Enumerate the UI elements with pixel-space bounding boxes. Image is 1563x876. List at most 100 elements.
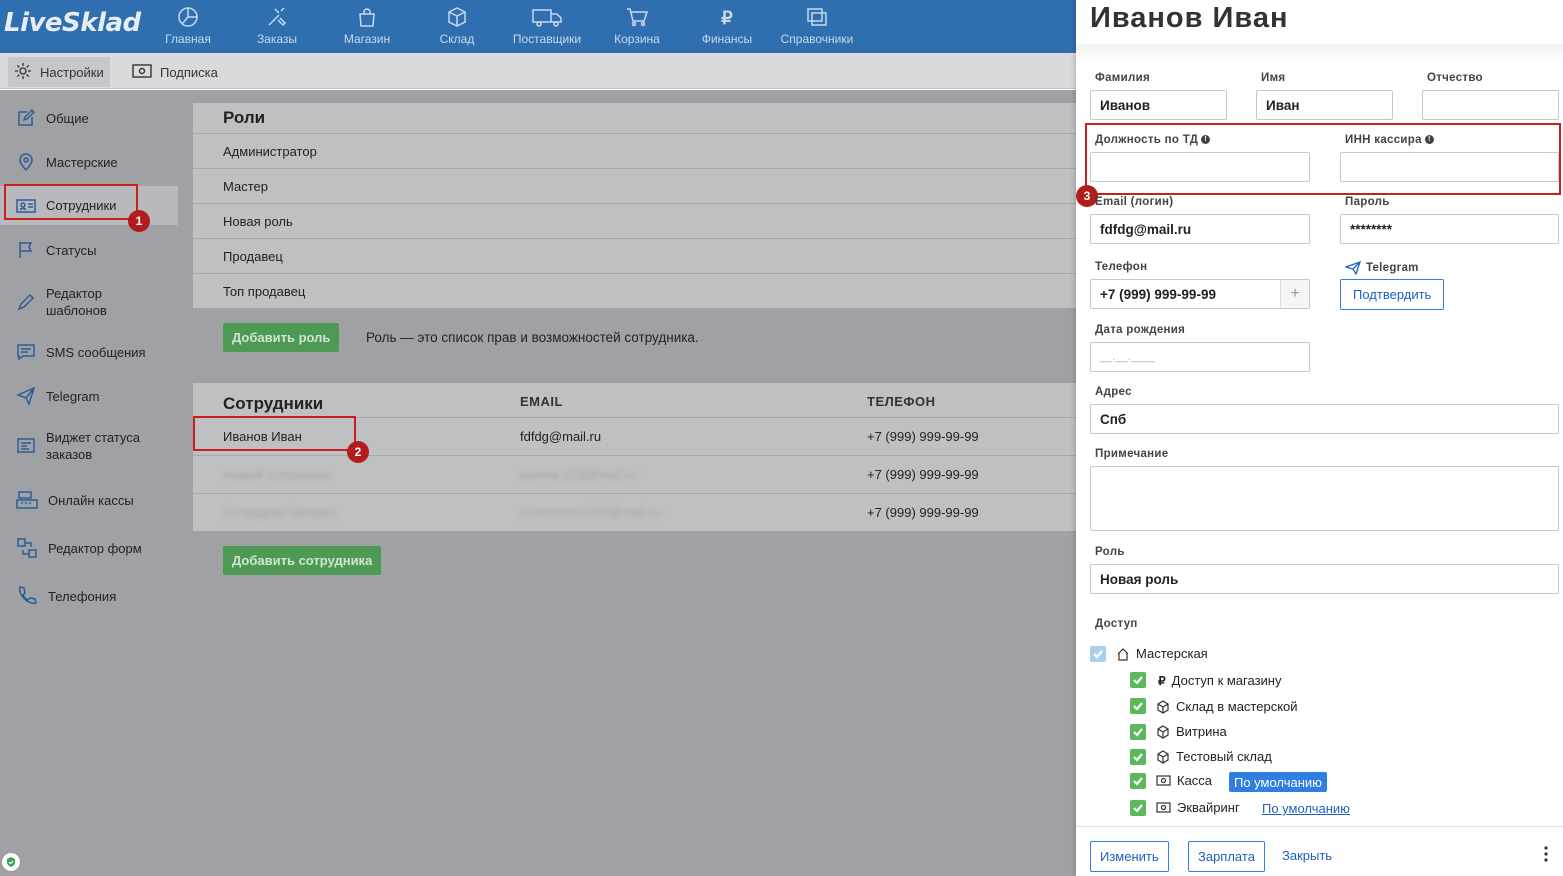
access-item-acquiring: Эквайринг	[1156, 800, 1240, 815]
access-workshop: Мастерская	[1116, 646, 1208, 661]
confirm-telegram-button[interactable]: Подтвердить	[1340, 279, 1445, 310]
sidebar-item-label: Редактор шаблонов	[46, 286, 107, 318]
settings-subbar: Настройки Подписка	[0, 53, 1076, 89]
sidebar-item-label: Статусы	[46, 242, 97, 258]
info-icon[interactable]: !	[1424, 135, 1434, 145]
message-icon	[17, 344, 35, 361]
ruble-icon: ₽	[1158, 673, 1166, 688]
box-icon	[417, 6, 497, 30]
pen-icon	[17, 293, 35, 311]
access-item-workshop-warehouse: Склад в мастерской	[1156, 699, 1298, 714]
column-header-email: EMAIL	[520, 394, 563, 409]
phone-field[interactable]: +7 (999) 999-99-99 +	[1090, 279, 1310, 309]
nav-home[interactable]: Главная	[148, 6, 228, 46]
edit-button[interactable]: Изменить	[1090, 841, 1169, 872]
table-row[interactable]: Иванов Иван fdfdg@mail.ru +7 (999) 999-9…	[193, 417, 1076, 455]
settings-sidebar: Общие Мастерские Сотрудники Статусы Реда…	[0, 90, 180, 876]
nav-label: Склад	[439, 32, 475, 46]
default-cashbox-badge[interactable]: По умолчанию	[1229, 772, 1327, 792]
access-checkbox[interactable]	[1130, 773, 1146, 789]
sidebar-item-general[interactable]: Общие	[0, 106, 178, 130]
nav-warehouse[interactable]: Склад	[417, 6, 497, 46]
sidebar-item-label: Онлайн кассы	[48, 492, 134, 508]
default-acquiring-link[interactable]: По умолчанию	[1262, 801, 1350, 816]
role-select[interactable]: Новая роль	[1090, 564, 1559, 594]
banknote-icon	[1156, 802, 1171, 813]
pie-chart-icon	[148, 6, 228, 30]
box-icon	[1157, 699, 1169, 714]
middle-name-field[interactable]	[1422, 90, 1559, 120]
close-button[interactable]: Закрыть	[1282, 848, 1332, 863]
sidebar-item-statuses[interactable]: Статусы	[0, 238, 178, 262]
inn-field[interactable]	[1340, 152, 1559, 182]
address-field[interactable]: Спб	[1090, 404, 1559, 434]
note-label: Примечание	[1095, 448, 1169, 460]
banknote-icon	[132, 63, 152, 81]
cart-icon	[597, 6, 677, 30]
sidebar-item-label: Редактор форм	[48, 540, 142, 556]
nav-finance[interactable]: ₽ Финансы	[687, 6, 767, 46]
nav-orders[interactable]: Заказы	[237, 6, 317, 46]
gear-icon	[14, 62, 32, 83]
table-row[interactable]: Сотрудник Михаил yurimovna1330@mail.ru +…	[193, 493, 1076, 531]
sidebar-item-form-editor[interactable]: Редактор форм	[0, 536, 178, 560]
nav-suppliers[interactable]: Поставщики	[507, 6, 587, 46]
nav-cart[interactable]: Корзина	[597, 6, 677, 46]
phone-icon	[19, 586, 37, 604]
position-field[interactable]	[1090, 152, 1310, 182]
employees-card: Сотрудники EMAIL ТЕЛЕФОН Иванов Иван fdf…	[193, 383, 1076, 531]
register-icon	[16, 491, 38, 509]
sidebar-item-templates[interactable]: Редактор шаблонов	[0, 284, 178, 320]
sidebar-item-online-registers[interactable]: Онлайн кассы	[0, 488, 178, 512]
role-row[interactable]: Топ продавец	[193, 273, 1076, 308]
employee-phone: +7 (999) 999-99-99	[867, 467, 979, 482]
table-row[interactable]: Новый Сотрудник yurima.123@mail.ru +7 (9…	[193, 455, 1076, 493]
first-name-field[interactable]: Иван	[1256, 90, 1393, 120]
birth-date-field[interactable]: __.__.____	[1090, 342, 1310, 372]
sidebar-item-sms[interactable]: SMS сообщения	[0, 340, 178, 364]
salary-button[interactable]: Зарплата	[1188, 841, 1265, 872]
access-checkbox[interactable]	[1130, 800, 1146, 816]
add-employee-button[interactable]: Добавить сотрудника	[223, 546, 382, 575]
send-icon	[1345, 261, 1361, 275]
sidebar-item-label: Telegram	[46, 388, 100, 404]
role-row[interactable]: Мастер	[193, 168, 1076, 203]
sidebar-item-telegram[interactable]: Telegram	[0, 384, 178, 408]
phone-value: +7 (999) 999-99-99	[1100, 286, 1216, 302]
nav-shop[interactable]: Магазин	[327, 6, 407, 46]
inn-label: ИНН кассира!	[1345, 134, 1434, 146]
role-row[interactable]: Администратор	[193, 133, 1076, 168]
role-row[interactable]: Новая роль	[193, 203, 1076, 238]
access-checkbox[interactable]	[1130, 672, 1146, 688]
employee-name: Новый Сотрудник	[223, 467, 330, 482]
sidebar-item-label: SMS сообщения	[46, 344, 146, 360]
add-role-button[interactable]: Добавить роль	[223, 323, 340, 352]
more-menu-icon[interactable]	[1544, 846, 1548, 862]
employee-email: yurimovna1330@mail.ru	[520, 505, 662, 520]
access-checkbox[interactable]	[1130, 698, 1146, 714]
nav-label: Главная	[165, 32, 211, 46]
sidebar-item-employees[interactable]: Сотрудники	[0, 186, 178, 225]
sidebar-item-workshops[interactable]: Мастерские	[0, 150, 178, 174]
last-name-field[interactable]: Иванов	[1090, 90, 1227, 120]
tab-settings[interactable]: Настройки	[8, 57, 110, 87]
last-name-label: Фамилия	[1095, 72, 1150, 84]
note-textarea[interactable]	[1090, 466, 1559, 531]
truck-icon	[507, 6, 587, 30]
password-field[interactable]: ********	[1340, 214, 1559, 244]
tab-subscription[interactable]: Подписка	[126, 57, 224, 87]
info-icon[interactable]: !	[1201, 135, 1211, 145]
home-icon	[1117, 647, 1129, 661]
sidebar-item-telephony[interactable]: Телефония	[0, 584, 178, 608]
sidebar-item-status-widget[interactable]: Виджет статуса заказов	[0, 428, 178, 464]
access-checkbox[interactable]	[1130, 724, 1146, 740]
email-field[interactable]: fdfdg@mail.ru	[1090, 214, 1310, 244]
access-checkbox[interactable]	[1130, 749, 1146, 765]
roles-help-text: Роль — это список прав и возможностей со…	[366, 330, 699, 345]
role-row[interactable]: Продавец	[193, 238, 1076, 273]
nav-directories[interactable]: Справочники	[777, 6, 857, 46]
workshop-checkbox[interactable]	[1090, 646, 1106, 662]
position-label: Должность по ТД!	[1095, 134, 1211, 146]
app-logo[interactable]: LiveSklad	[4, 8, 141, 38]
add-phone-icon[interactable]: +	[1280, 280, 1309, 308]
